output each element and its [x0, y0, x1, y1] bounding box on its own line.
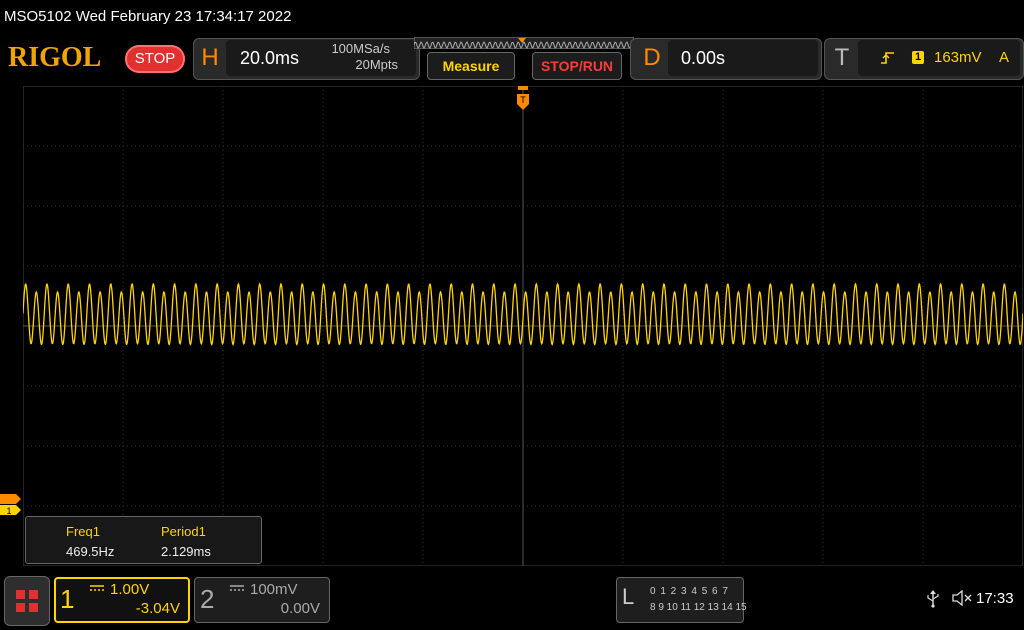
- stop-run-button[interactable]: STOP/RUN: [532, 52, 622, 80]
- speaker-muted-icon[interactable]: [952, 590, 972, 606]
- ch1-number: 1: [60, 584, 75, 614]
- trigger-source-badge: 1: [912, 51, 924, 64]
- ch1-offset: -3.04V: [135, 600, 180, 617]
- rising-edge-icon: [881, 52, 894, 64]
- waveform-grid[interactable]: [23, 86, 1023, 566]
- logic-letter: L: [622, 584, 635, 609]
- dc-coupling-icon: [90, 585, 104, 591]
- period-value: 2.129ms: [161, 544, 211, 559]
- ch1-ground-label: 1: [6, 506, 11, 516]
- ch2-number: 2: [200, 584, 215, 614]
- ch1-ground-marker[interactable]: 1: [0, 493, 22, 517]
- period-label: Period1: [161, 524, 206, 539]
- trigger-letter: T: [834, 44, 850, 71]
- trigger-level: 163mV: [934, 49, 982, 66]
- trigger-mode: A: [999, 49, 1010, 66]
- logic-channels-row1: 0 1 2 3 4 5 6 7: [650, 586, 729, 597]
- dc-coupling-icon: [230, 585, 244, 591]
- usb-icon: [927, 590, 939, 608]
- delay-letter: D: [643, 44, 661, 71]
- ch2-scale: 100mV: [250, 581, 298, 598]
- device-title: MSO5102 Wed February 23 17:34:17 2022: [4, 8, 292, 25]
- sample-rate: 100MSa/s: [331, 41, 390, 56]
- memory-depth: 20Mpts: [355, 57, 398, 72]
- trigger-position-marker[interactable]: T: [516, 86, 530, 112]
- rigol-logo[interactable]: RIGOL: [8, 42, 101, 74]
- ch1-scale: 1.00V: [110, 581, 150, 598]
- clock: 17:33: [976, 590, 1014, 607]
- freq-value: 469.5Hz: [66, 544, 115, 559]
- waveform-overview[interactable]: [414, 37, 634, 49]
- logic-analyzer-panel[interactable]: [616, 577, 744, 623]
- logic-channels-row2: 8 9 10 11 12 13 14 15: [650, 602, 747, 613]
- home-menu-button[interactable]: [4, 576, 50, 626]
- trigger-position-label: T: [520, 95, 526, 105]
- run-state-badge[interactable]: STOP: [125, 45, 185, 73]
- timebase-value: 20.0ms: [240, 48, 300, 68]
- horizontal-letter: H: [201, 44, 219, 71]
- grid-menu-icon: [16, 590, 38, 612]
- title-bar: MSO5102 Wed February 23 17:34:17 2022: [0, 0, 1024, 34]
- freq-label: Freq1: [66, 524, 100, 539]
- delay-value: 0.00s: [681, 48, 726, 68]
- measure-button[interactable]: Measure: [427, 52, 515, 80]
- ch2-offset: 0.00V: [280, 600, 320, 617]
- measurement-box[interactable]: [25, 516, 262, 564]
